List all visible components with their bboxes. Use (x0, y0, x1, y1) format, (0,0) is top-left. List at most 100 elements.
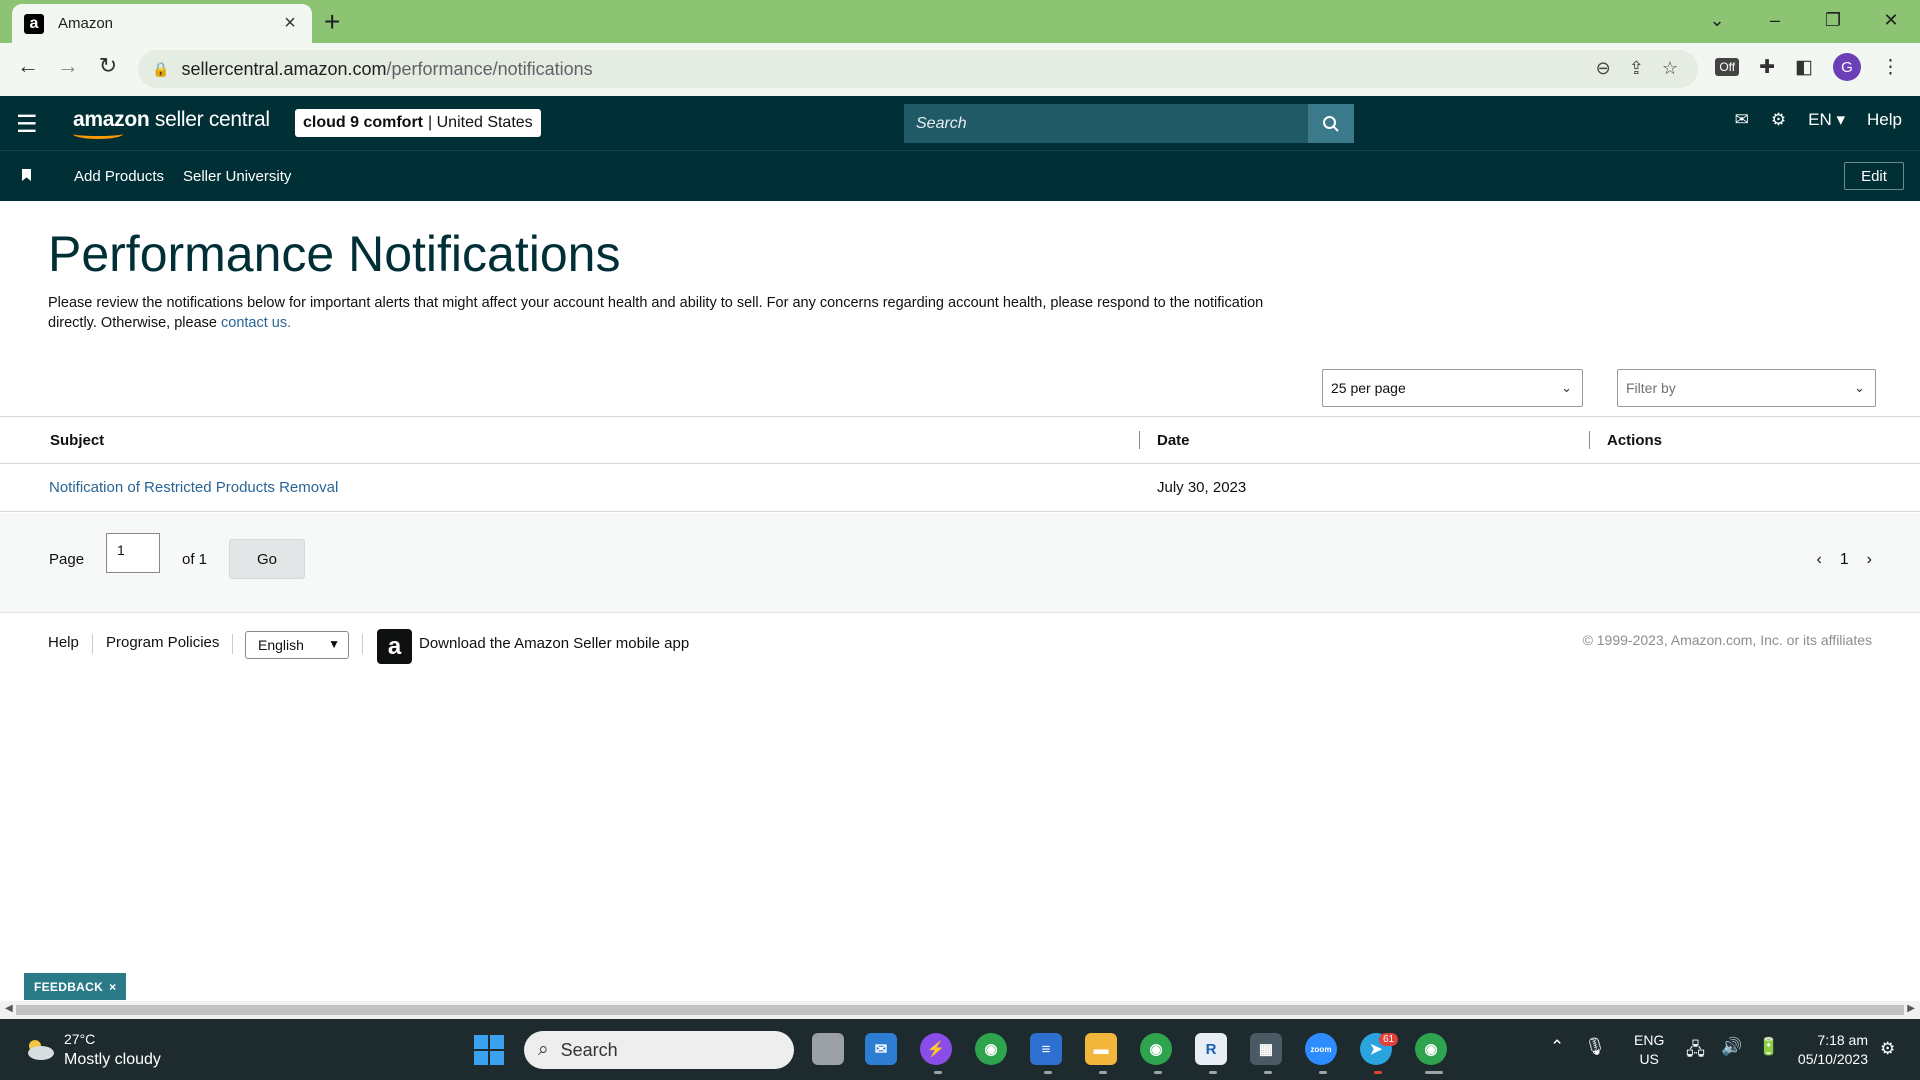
zoom-app-icon[interactable]: zoom (1305, 1033, 1337, 1065)
lock-icon[interactable]: 🔒 (152, 61, 169, 78)
footer-help-link[interactable]: Help (48, 634, 79, 651)
browser-tab[interactable]: a Amazon × (12, 4, 312, 43)
page-current-number[interactable]: 1 (1840, 551, 1849, 569)
column-divider (1589, 431, 1590, 449)
calculator-icon[interactable]: ▦ (1250, 1033, 1282, 1065)
column-subject[interactable]: Subject (50, 432, 104, 449)
taskbar-search[interactable]: ⌕ Search (524, 1031, 794, 1069)
help-link[interactable]: Help (1867, 110, 1902, 130)
page-number-input[interactable]: 1 (106, 533, 160, 573)
weather-temperature[interactable]: 27°C (64, 1031, 95, 1047)
mail-icon[interactable]: ✉ (1735, 110, 1749, 130)
header-right-actions: ✉ ⚙ EN ▾ Help (1735, 110, 1902, 130)
nav-add-products[interactable]: Add Products (74, 168, 164, 185)
chevron-up-icon[interactable]: ⌃ (1550, 1037, 1564, 1057)
windows-start-icon[interactable] (474, 1035, 504, 1065)
chrome-active-icon[interactable]: ◉ (1415, 1033, 1447, 1065)
side-panel-icon[interactable]: ◧ (1795, 56, 1813, 79)
chevron-right-icon[interactable]: › (1867, 551, 1872, 569)
horizontal-scrollbar[interactable]: ◀ ▶ (0, 1001, 1920, 1019)
close-window-icon[interactable]: ✕ (1862, 10, 1920, 31)
store-switcher[interactable]: cloud 9 comfort | United States (295, 109, 541, 137)
forward-arrow-icon[interactable]: → (52, 53, 84, 79)
gear-icon[interactable]: ⚙ (1771, 110, 1786, 130)
column-actions: Actions (1607, 432, 1663, 449)
chrome-icon[interactable]: ◉ (975, 1033, 1007, 1065)
filter-placeholder: Filter by (1626, 380, 1676, 396)
page-title: Performance Notifications (48, 226, 621, 282)
header-search-input[interactable]: Search (904, 104, 1308, 143)
column-date[interactable]: Date (1157, 432, 1190, 449)
chevron-left-icon[interactable]: ‹ (1816, 551, 1821, 569)
go-button[interactable]: Go (229, 539, 305, 579)
messenger-icon[interactable]: ⚡ (920, 1033, 952, 1065)
table-header: Subject Date Actions (0, 416, 1920, 464)
extension-off-icon[interactable]: Off (1715, 58, 1740, 76)
scrollbar-thumb[interactable] (16, 1005, 1904, 1015)
profile-avatar[interactable]: G (1833, 53, 1861, 81)
notepad-icon[interactable]: ≡ (1030, 1033, 1062, 1065)
feedback-button[interactable]: FEEDBACK × (24, 973, 127, 1000)
active-indicator (1425, 1071, 1443, 1074)
volume-icon[interactable]: 🔊 (1721, 1037, 1742, 1066)
chevron-down-icon: ⌄ (1561, 380, 1572, 395)
task-view-icon[interactable] (812, 1033, 844, 1065)
reload-icon[interactable]: ↻ (92, 53, 124, 79)
address-bar[interactable]: 🔒 sellercentral.amazon.com /performance/… (138, 50, 1698, 88)
battery-icon[interactable]: 🔋 (1758, 1037, 1779, 1066)
tab-search-chevron-icon[interactable]: ⌄ (1688, 10, 1746, 31)
tab-close-icon[interactable]: × (280, 12, 300, 35)
minimize-icon[interactable]: – (1746, 10, 1804, 31)
download-app-link[interactable]: Download the Amazon Seller mobile app (419, 635, 689, 652)
mail-app-icon[interactable]: ✉ (865, 1033, 897, 1065)
search-button[interactable] (1308, 104, 1354, 143)
bookmarks-nav: Add Products Seller University Edit (0, 150, 1920, 201)
chrome-profile-icon[interactable]: ◉ (1140, 1033, 1172, 1065)
feedback-close-icon[interactable]: × (109, 980, 116, 994)
per-page-select[interactable]: 25 per page ⌄ (1322, 369, 1583, 407)
footer-program-policies-link[interactable]: Program Policies (106, 634, 219, 651)
footer-divider (232, 634, 233, 654)
omnibox-actions: ⊖ ⇪ ☆ (1596, 58, 1678, 79)
puzzle-extensions-icon[interactable]: ✚ (1759, 56, 1775, 79)
running-indicator (1044, 1071, 1052, 1074)
filter-by-select[interactable]: Filter by ⌄ (1617, 369, 1876, 407)
bookmark-star-icon[interactable]: ☆ (1662, 58, 1678, 79)
running-indicator (1319, 1071, 1327, 1074)
system-clock[interactable]: 7:18 am 05/10/2023 (1784, 1031, 1868, 1069)
scroll-left-arrow-icon[interactable]: ◀ (5, 1003, 13, 1014)
amazon-favicon-icon: a (24, 13, 44, 34)
weather-description[interactable]: Mostly cloudy (64, 1051, 161, 1069)
amazon-app-icon[interactable]: a (377, 629, 412, 664)
notification-center-icon[interactable]: ⚙ (1880, 1039, 1895, 1059)
nav-seller-university[interactable]: Seller University (183, 168, 291, 185)
scroll-right-arrow-icon[interactable]: ▶ (1907, 1003, 1915, 1014)
footer-language-select[interactable]: English ▼ (245, 631, 349, 659)
bookmark-icon[interactable] (22, 169, 31, 181)
notification-subject-link[interactable]: Notification of Restricted Products Remo… (49, 479, 338, 496)
hamburger-menu-icon[interactable]: ☰ (16, 110, 38, 139)
back-arrow-icon[interactable]: ← (12, 53, 44, 79)
new-tab-plus-icon[interactable]: + (324, 6, 340, 38)
network-icon[interactable]: 🖧 (1686, 1037, 1705, 1066)
language-selector[interactable]: EN ▾ (1808, 110, 1845, 130)
logo-amazon: amazon (73, 108, 150, 131)
cloudy-weather-icon[interactable] (22, 1037, 56, 1061)
file-explorer-icon[interactable]: ▬ (1085, 1033, 1117, 1065)
input-language[interactable]: ENG US (1634, 1031, 1664, 1069)
restore-icon[interactable]: ❐ (1804, 10, 1862, 31)
logo-seller-central: seller central (149, 108, 270, 131)
contact-us-link[interactable]: contact us. (221, 315, 291, 331)
browser-menu-icon[interactable]: ⋮ (1881, 56, 1900, 79)
column-divider (1139, 431, 1140, 449)
share-icon[interactable]: ⇪ (1629, 58, 1644, 79)
zoom-icon[interactable]: ⊖ (1596, 58, 1611, 79)
system-tray: ⌃ 🎙 (1550, 1037, 1606, 1057)
browser-toolbar: ← → ↻ 🔒 sellercentral.amazon.com /perfor… (0, 43, 1920, 96)
microphone-icon[interactable]: 🎙 (1584, 1037, 1606, 1057)
language-bottom: US (1639, 1051, 1659, 1067)
running-indicator (1209, 1071, 1217, 1074)
r-app-icon[interactable]: R (1195, 1033, 1227, 1065)
edit-bookmarks-button[interactable]: Edit (1844, 162, 1904, 190)
chevron-down-icon: ⌄ (1854, 380, 1865, 395)
